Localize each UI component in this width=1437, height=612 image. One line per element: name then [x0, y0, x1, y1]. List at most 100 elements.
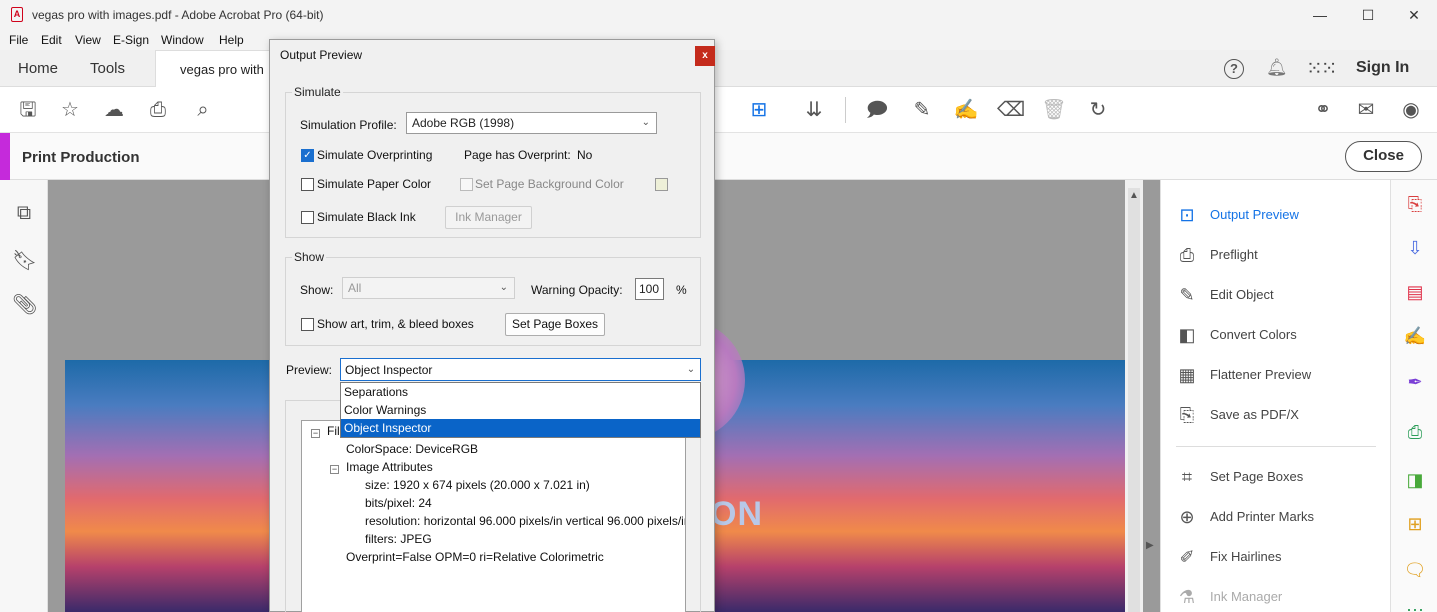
set-page-background-checkbox[interactable]	[460, 178, 473, 191]
sign-icon[interactable]: ✍	[953, 97, 979, 123]
scroll-mode-icon[interactable]: ⇊	[801, 97, 827, 123]
comment-tool-icon[interactable]: 🗨︎	[1403, 558, 1427, 582]
delete-icon[interactable]: 🗑	[1041, 97, 1067, 123]
preview-select[interactable]: Object Inspector ⌄	[340, 358, 701, 381]
edit-object-icon: ✎	[1179, 285, 1195, 305]
close-window-button[interactable]: ✕	[1391, 4, 1437, 26]
scrollbar-thumb[interactable]	[1128, 188, 1140, 612]
menu-esign[interactable]: E-Sign	[113, 33, 149, 47]
tab-home[interactable]: Home	[18, 50, 58, 87]
organize-pages-icon[interactable]: ▤	[1403, 280, 1427, 304]
panel-item-output-preview[interactable]: ⊡ Output Preview	[1176, 201, 1386, 229]
panel-item-save-pdfx[interactable]: ⎘ Save as PDF/X	[1176, 401, 1386, 429]
warning-opacity-label: Warning Opacity:	[531, 283, 623, 297]
apps-grid-icon[interactable]: ⁙⁙	[1306, 56, 1337, 81]
upload-cloud-icon[interactable]: ☁	[101, 97, 127, 123]
background-color-swatch[interactable]	[655, 178, 668, 191]
tree-row[interactable]: Overprint=False OPM=0 ri=Relative Colori…	[346, 550, 604, 564]
panel-item-fix-hairlines[interactable]: ✐ Fix Hairlines	[1176, 543, 1386, 571]
simulate-overprinting-label[interactable]: Simulate Overprinting	[317, 148, 432, 162]
simulate-group-label: Simulate	[292, 85, 343, 99]
tree-row[interactable]: size: 1920 x 674 pixels (20.000 x 7.021 …	[365, 478, 590, 492]
tree-row[interactable]: Fil	[327, 424, 340, 438]
tree-row[interactable]: ColorSpace: DeviceRGB	[346, 442, 478, 456]
minimize-button[interactable]: —	[1297, 4, 1343, 26]
panel-item-convert-colors[interactable]: ◧ Convert Colors	[1176, 321, 1386, 349]
main-toolbar: 🖫 ☆ ☁ ⎙ ⌕ ⊞ ⇊ 🗩 ✎ ✍ ⌫ 🗑 ↻ ⚭ ✉ ◉	[0, 87, 1437, 133]
tool-title: Print Production	[22, 149, 140, 166]
tab-document[interactable]: vegas pro with	[155, 50, 280, 87]
scroll-up-arrow-icon[interactable]: ▲	[1129, 190, 1139, 201]
scan-ocr-icon[interactable]: ⊞	[1403, 512, 1427, 536]
simulate-black-ink-label[interactable]: Simulate Black Ink	[317, 210, 416, 224]
tree-row[interactable]: filters: JPEG	[365, 532, 432, 546]
tree-row[interactable]: resolution: horizontal 96.000 pixels/in …	[365, 514, 685, 528]
dropdown-option-object-inspector[interactable]: Object Inspector	[341, 419, 700, 437]
account-icon[interactable]: ◉	[1398, 97, 1424, 123]
show-art-trim-bleed-checkbox[interactable]	[301, 318, 314, 331]
tab-bar: Home Tools vegas pro with ? 🔔︎ ⁙⁙ Sign I…	[0, 50, 1437, 87]
edit-pdf-icon[interactable]: ⎙	[1403, 420, 1427, 444]
request-signatures-icon[interactable]: ✍	[1403, 324, 1427, 348]
sign-in-button[interactable]: Sign In	[1356, 59, 1409, 77]
simulate-paper-color-checkbox[interactable]	[301, 178, 314, 191]
export-pdf-icon[interactable]: ⇩	[1403, 236, 1427, 260]
maximize-button[interactable]: ☐	[1345, 4, 1391, 26]
bookmark-star-icon[interactable]: ☆	[57, 97, 83, 123]
highlight-pen-icon[interactable]: ✎	[909, 97, 935, 123]
help-icon[interactable]: ?	[1224, 59, 1244, 79]
simulation-profile-select[interactable]: Adobe RGB (1998) ⌄	[406, 112, 657, 134]
panel-item-add-printer-marks[interactable]: ⊕ Add Printer Marks	[1176, 503, 1386, 531]
collapse-toggle-icon[interactable]: −	[311, 429, 320, 438]
menu-file[interactable]: File	[9, 33, 28, 47]
tree-row[interactable]: Image Attributes	[346, 460, 433, 474]
notification-bell-icon[interactable]: 🔔︎	[1266, 58, 1288, 78]
menu-edit[interactable]: Edit	[41, 33, 62, 47]
rotate-icon[interactable]: ↻	[1085, 97, 1111, 123]
set-page-boxes-button[interactable]: Set Page Boxes	[505, 313, 605, 336]
dropdown-option-color-warnings[interactable]: Color Warnings	[341, 401, 700, 419]
panel-item-flattener-preview[interactable]: ▦ Flattener Preview	[1176, 361, 1386, 389]
show-art-trim-bleed-label[interactable]: Show art, trim, & bleed boxes	[317, 317, 474, 331]
object-inspector-tree[interactable]: − Fil ColorSpace: DeviceRGB − Image Attr…	[301, 420, 686, 612]
attachments-icon[interactable]: 📎︎	[12, 292, 37, 316]
expand-right-panel-arrow-icon[interactable]: ▶	[1146, 540, 1154, 551]
edit-text-icon[interactable]: ⌫	[997, 97, 1025, 123]
print-icon[interactable]: ⎙	[145, 97, 171, 123]
fill-sign-icon[interactable]: ✒	[1403, 370, 1427, 394]
email-icon[interactable]: ✉	[1353, 97, 1379, 123]
show-select[interactable]: All ⌄	[342, 277, 515, 299]
page-thumbnails-icon[interactable]: ⧉	[12, 202, 36, 226]
zoom-icon[interactable]: ⌕	[190, 97, 216, 123]
panel-item-preflight[interactable]: ⎙ Preflight	[1176, 241, 1386, 269]
close-tool-button[interactable]: Close	[1345, 141, 1422, 172]
panel-item-edit-object[interactable]: ✎ Edit Object	[1176, 281, 1386, 309]
share-link-icon[interactable]: ⚭	[1310, 97, 1336, 123]
menu-help[interactable]: Help	[219, 33, 244, 47]
panel-item-ink-manager[interactable]: ⚗ Ink Manager	[1176, 583, 1386, 611]
menu-window[interactable]: Window	[161, 33, 204, 47]
tab-tools[interactable]: Tools	[90, 50, 125, 87]
save-icon[interactable]: 🖫	[15, 97, 41, 123]
dialog-close-button[interactable]: x	[695, 46, 715, 66]
page-tools-icon[interactable]: ⊞	[746, 97, 772, 123]
comment-icon[interactable]: 🗩	[864, 97, 890, 123]
simulation-profile-label: Simulation Profile:	[300, 118, 397, 132]
panel-item-set-page-boxes[interactable]: ⌗ Set Page Boxes	[1176, 463, 1386, 491]
create-pdf-icon[interactable]: ⎘	[1403, 192, 1427, 216]
bookmarks-icon[interactable]: 🔖︎	[12, 248, 37, 272]
ink-manager-icon: ⚗	[1178, 587, 1196, 607]
menu-view[interactable]: View	[75, 33, 101, 47]
simulate-black-ink-checkbox[interactable]	[301, 211, 314, 224]
collapse-toggle-icon[interactable]: −	[330, 465, 339, 474]
warning-opacity-input[interactable]: 100	[635, 278, 664, 300]
compare-files-icon[interactable]: ◨	[1403, 468, 1427, 492]
dropdown-option-separations[interactable]: Separations	[341, 383, 700, 401]
vertical-scrollbar[interactable]: ▲	[1125, 180, 1143, 612]
tree-row[interactable]: bits/pixel: 24	[365, 496, 432, 510]
more-tools-icon[interactable]: ⋯	[1403, 598, 1427, 612]
chevron-down-icon: ⌄	[686, 364, 696, 375]
simulate-paper-color-label[interactable]: Simulate Paper Color	[317, 177, 431, 191]
simulate-overprinting-checkbox[interactable]: ✓	[301, 149, 314, 162]
ink-manager-button[interactable]: Ink Manager	[445, 206, 532, 229]
